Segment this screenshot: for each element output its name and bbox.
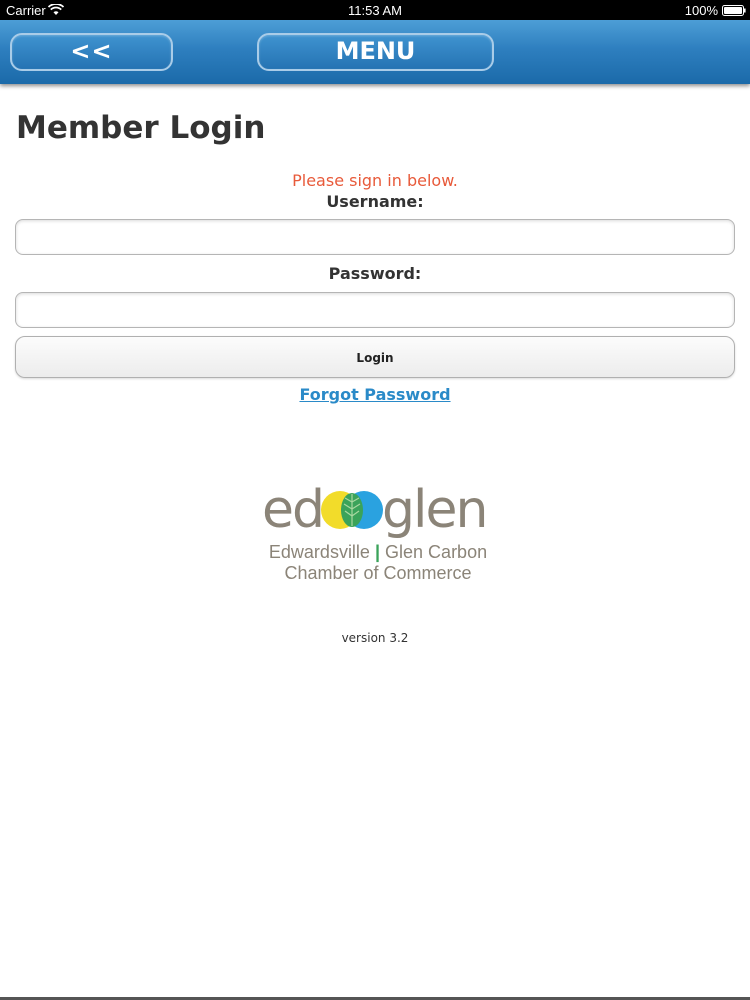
logo-tagline-right: Glen Carbon: [385, 542, 488, 562]
password-label: Password:: [328, 264, 422, 283]
leaf-logo-icon: [321, 491, 383, 529]
chamber-logo: ed glen Edwardsville | Glen Carbon Chamb…: [258, 480, 498, 585]
login-button[interactable]: Login: [15, 336, 735, 378]
logo-word-ed: ed: [262, 480, 325, 540]
menu-button[interactable]: MENU: [257, 33, 494, 71]
username-label: Username:: [326, 192, 424, 211]
battery-icon: [722, 5, 746, 16]
back-button[interactable]: <<: [10, 33, 173, 71]
logo-tagline-separator: |: [374, 542, 381, 562]
password-input[interactable]: [15, 292, 735, 328]
status-time: 11:53 AM: [348, 3, 402, 18]
logo-tagline-chamber: Chamber of Commerce: [284, 563, 472, 583]
username-input[interactable]: [15, 219, 735, 255]
logo-word-glen: glen: [382, 480, 488, 540]
logo-tagline: Edwardsville | Glen Carbon: [258, 542, 498, 563]
logo-tagline-left: Edwardsville: [268, 542, 370, 562]
sign-in-prompt: Please sign in below.: [292, 171, 458, 190]
status-bar: Carrier 11:53 AM 100%: [0, 0, 750, 20]
page-title: Member Login: [16, 110, 266, 146]
forgot-password-link[interactable]: Forgot Password: [0, 385, 750, 404]
battery-percent: 100%: [684, 3, 718, 18]
version-label: version 3.2: [341, 631, 409, 645]
app-header: << MENU: [0, 20, 750, 84]
